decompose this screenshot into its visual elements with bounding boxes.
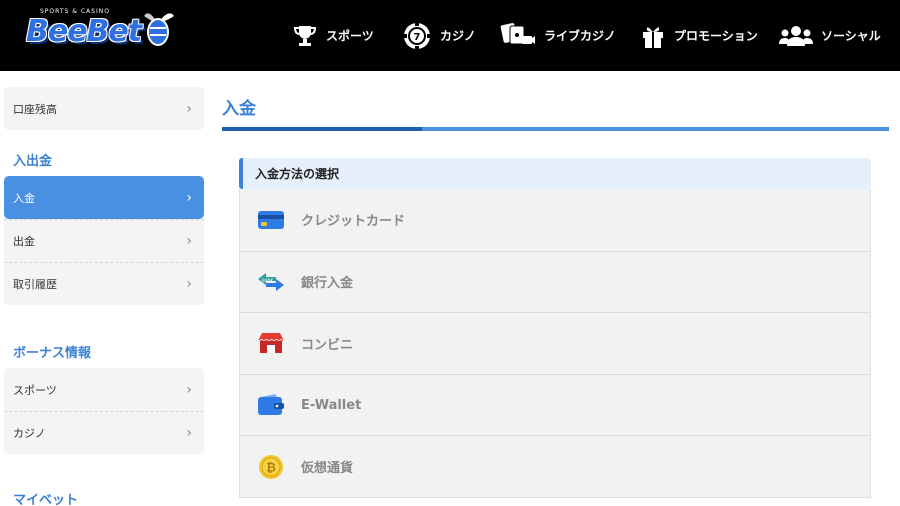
nav-casino[interactable]: 7 カジノ — [402, 0, 476, 71]
svg-text:7: 7 — [414, 32, 421, 43]
trophy-icon — [292, 23, 318, 49]
panel-heading: 入金方法の選択 — [239, 158, 871, 189]
credit-card-icon — [256, 207, 286, 233]
chevron-right-icon: › — [186, 189, 192, 206]
method-label: E-Wallet — [301, 397, 362, 413]
sidebar-item-bonus-casino[interactable]: カジノ › — [4, 411, 204, 454]
nav-live-casino[interactable]: ライブカジノ — [500, 0, 616, 71]
section-heading-deposit-withdraw: 入出金 — [13, 154, 53, 169]
nav-label: プロモーション — [674, 29, 758, 43]
sidebar-item-label: スポーツ — [13, 383, 57, 397]
page-title: 入金 — [222, 99, 256, 119]
chevron-right-icon: › — [186, 233, 192, 249]
sidebar-item-balance[interactable]: 口座残高 › — [4, 87, 204, 130]
balance-card: 口座残高 › — [4, 87, 204, 130]
beebet-logo[interactable]: SPORTS & CASINO BeeBet — [26, 8, 178, 58]
gift-icon — [640, 22, 666, 50]
deposit-method-panel: 入金方法の選択 クレジットカード BANK 銀行入金 コンビニ E-Wallet — [239, 158, 871, 498]
sidebar-item-label: カジノ — [13, 427, 46, 440]
account-sidebar: 口座残高 › 入出金 入金 › 出金 › 取引履歴 › ボーナス情報 スポーツ … — [4, 71, 204, 506]
nav-sports[interactable]: スポーツ — [292, 0, 374, 71]
title-underline-accent — [222, 127, 422, 131]
sidebar-item-bonus-sports[interactable]: スポーツ › — [4, 368, 204, 411]
method-label: 仮想通貨 — [301, 461, 354, 477]
nav-label: スポーツ — [326, 29, 374, 43]
top-header: SPORTS & CASINO BeeBet スポーツ 7 カジノ ライブカジノ — [0, 0, 900, 71]
sidebar-item-withdraw[interactable]: 出金 › — [4, 219, 204, 262]
method-crypto[interactable]: ₿ 仮想通貨 — [240, 435, 870, 497]
deposit-withdraw-card: 入金 › 出金 › 取引履歴 › — [4, 176, 204, 305]
sidebar-item-label: 入金 — [13, 191, 35, 205]
section-heading-bonus-info: ボーナス情報 — [13, 346, 92, 361]
sidebar-item-label: 出金 — [13, 235, 35, 248]
sidebar-item-label: 口座残高 — [13, 102, 57, 116]
bonus-info-card: スポーツ › カジノ › — [4, 368, 204, 454]
sidebar-item-label: 取引履歴 — [13, 278, 57, 291]
method-e-wallet[interactable]: E-Wallet — [240, 373, 870, 436]
live-casino-icon — [500, 22, 536, 50]
nav-label: ライブカジノ — [544, 29, 616, 43]
bank-transfer-icon: BANK — [256, 269, 286, 295]
nav-social[interactable]: ソーシャル — [779, 0, 881, 71]
deposit-method-list: クレジットカード BANK 銀行入金 コンビニ E-Wallet ₿ 仮想通貨 — [239, 189, 871, 498]
svg-text:BANK: BANK — [262, 278, 273, 283]
users-icon — [779, 24, 813, 48]
wallet-icon — [256, 392, 286, 418]
casino-chip-icon: 7 — [402, 21, 432, 51]
method-credit-card[interactable]: クレジットカード — [240, 189, 870, 251]
chevron-right-icon: › — [186, 425, 192, 441]
convenience-store-icon — [256, 330, 286, 356]
method-label: 銀行入金 — [301, 276, 354, 292]
method-bank-transfer[interactable]: BANK 銀行入金 — [240, 250, 870, 313]
sidebar-item-deposit[interactable]: 入金 › — [4, 176, 204, 219]
section-heading-my-bet: マイベット — [13, 493, 79, 506]
nav-promotion[interactable]: プロモーション — [640, 0, 758, 71]
logo-text: BeeBet — [26, 14, 142, 49]
bee-mascot-icon — [136, 8, 176, 56]
chevron-right-icon: › — [186, 100, 192, 117]
title-underline — [222, 127, 889, 131]
method-label: クレジットカード — [301, 214, 406, 230]
nav-label: ソーシャル — [821, 29, 881, 43]
method-convenience-store[interactable]: コンビニ — [240, 312, 870, 374]
method-label: コンビニ — [301, 337, 354, 353]
sidebar-item-transaction-history[interactable]: 取引履歴 › — [4, 262, 204, 305]
chevron-right-icon: › — [186, 381, 192, 398]
chevron-right-icon: › — [186, 276, 192, 292]
svg-text:₿: ₿ — [266, 460, 276, 474]
crypto-coin-icon: ₿ — [256, 454, 286, 480]
nav-label: カジノ — [440, 29, 476, 43]
